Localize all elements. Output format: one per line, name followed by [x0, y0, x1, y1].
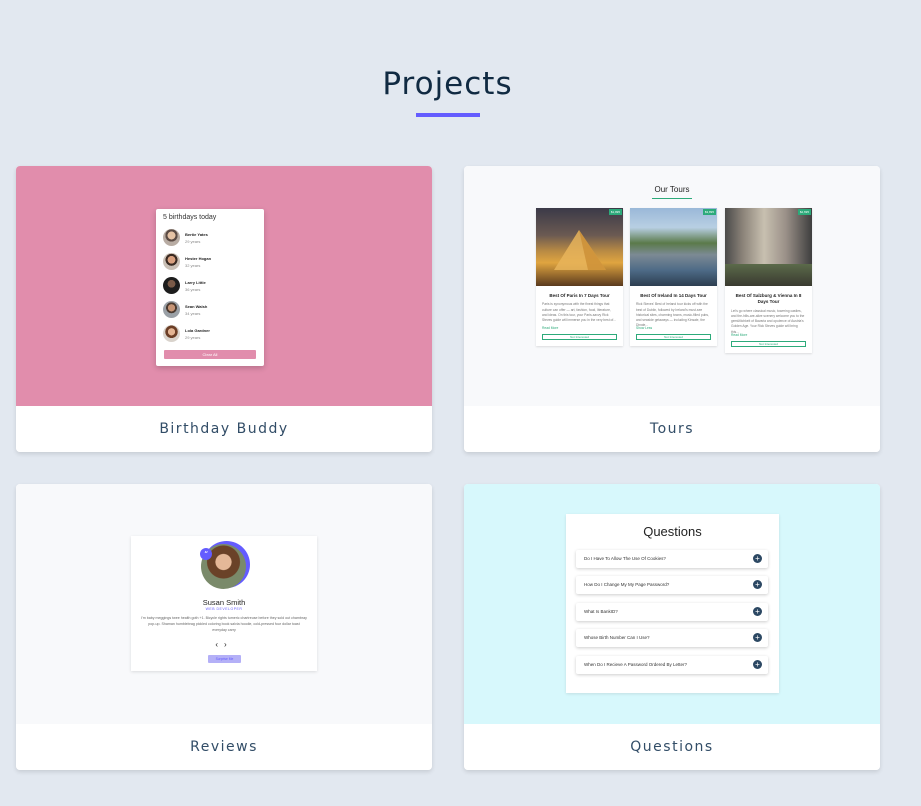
question-item: When Do I Recieve A Password Ordered By …: [576, 656, 768, 674]
tour-name: Best Of Salzburg & Vienna In 8 Days Tour: [735, 293, 802, 305]
person-age: 29 years: [185, 239, 201, 244]
project-card-birthday-buddy[interactable]: 5 birthdays today Bertie Yates 29 years …: [16, 166, 432, 452]
questions-panel: Questions Do I Have To Allow The Use Of …: [566, 514, 779, 693]
avatar: [163, 277, 180, 294]
tour-info: Rick Steves' Best of Ireland tour kicks …: [636, 302, 709, 327]
person-name: Sean Walsh: [185, 304, 208, 309]
avatar: [163, 253, 180, 270]
question-text: Whose Birth Number Can I Use?: [584, 635, 650, 640]
tour-name: Best Of Paris In 7 Days Tour: [549, 293, 610, 298]
reviewer-job: WEB DEVELOPER: [205, 607, 243, 611]
plus-icon: +: [753, 554, 762, 563]
review-nav: ‹›: [131, 640, 317, 649]
plus-icon: +: [753, 660, 762, 669]
tour-card: $3,895 Best Of Ireland In 14 Days Tour R…: [630, 208, 717, 347]
birthday-person: Larry Little 36 years: [163, 277, 259, 295]
person-name: Lola Gardner: [185, 328, 210, 333]
person-age: 29 years: [185, 335, 201, 340]
tours-underline: [652, 198, 692, 199]
tour-price: $3,895: [702, 209, 716, 215]
tour-image: $1,995: [536, 208, 623, 286]
review-text: I'm baby meggings twee health goth +1. B…: [141, 616, 307, 633]
birthday-person: Bertie Yates 29 years: [163, 229, 259, 247]
person-age: 32 years: [185, 263, 201, 268]
question-item: Whose Birth Number Can I Use? +: [576, 629, 768, 647]
question-item: What Is BankID? +: [576, 603, 768, 621]
not-interested-button: Not Interested: [731, 340, 806, 347]
question-text: How Do I Change My My Page Password?: [584, 582, 670, 587]
not-interested-button: Not Interested: [636, 334, 711, 341]
tour-info: Paris is synonymous with the finest thin…: [542, 302, 617, 323]
person-age: 36 years: [185, 287, 201, 292]
surprise-me-button: Surprise Me: [208, 655, 241, 663]
project-preview-image[interactable]: 5 birthdays today Bertie Yates 29 years …: [16, 166, 432, 406]
clear-all-button: Clear All: [164, 350, 256, 359]
tour-card: $2,695 Best Of Salzburg & Vienna In 8 Da…: [725, 208, 812, 353]
birthday-person: Hester Hogan 32 years: [163, 253, 259, 271]
tours-heading: Our Tours: [654, 185, 690, 194]
quote-icon: “: [200, 548, 212, 560]
show-less-link: Show Less: [636, 326, 653, 331]
chevron-left-icon: ‹: [215, 640, 224, 649]
project-card-reviews[interactable]: “ Susan Smith WEB DEVELOPER I'm baby meg…: [16, 484, 432, 770]
birthday-person: Lola Gardner 29 years: [163, 325, 259, 343]
tour-price: $2,695: [797, 209, 811, 215]
birthday-heading: 5 birthdays today: [163, 214, 217, 221]
pyramid-photo: [554, 230, 606, 270]
birthday-list-panel: 5 birthdays today Bertie Yates 29 years …: [156, 209, 264, 366]
plus-icon: +: [753, 607, 762, 616]
project-preview-image[interactable]: Our Tours $1,995 Best Of Paris In 7 Days…: [464, 166, 880, 406]
read-more-link: Read More: [731, 332, 748, 337]
person-name: Bertie Yates: [185, 232, 208, 237]
read-more-link: Read More: [542, 326, 559, 331]
avatar: [163, 325, 180, 342]
project-card-tours[interactable]: Our Tours $1,995 Best Of Paris In 7 Days…: [464, 166, 880, 452]
question-text: Do I Have To Allow The Use Of Cookies?: [584, 556, 666, 561]
tour-image: $2,695: [725, 208, 812, 286]
reviewer-photo: “: [200, 541, 250, 589]
plus-icon: +: [753, 580, 762, 589]
not-interested-button: Not Interested: [542, 334, 617, 341]
tour-name: Best Of Ireland In 14 Days Tour: [640, 293, 707, 298]
avatar: [163, 301, 180, 318]
person-name: Larry Little: [185, 280, 206, 285]
tour-image: $3,895: [630, 208, 717, 286]
tour-info: Let's go where classical music, towering…: [731, 308, 805, 333]
page-title: Projects: [382, 66, 513, 102]
title-underline: [416, 113, 480, 117]
question-text: When Do I Recieve A Password Ordered By …: [584, 662, 688, 667]
project-title[interactable]: Questions: [464, 724, 880, 770]
person-name: Hester Hogan: [185, 256, 212, 261]
question-item: Do I Have To Allow The Use Of Cookies? +: [576, 550, 768, 568]
question-text: What Is BankID?: [584, 609, 618, 614]
project-preview-image[interactable]: Questions Do I Have To Allow The Use Of …: [464, 484, 880, 724]
project-card-questions[interactable]: Questions Do I Have To Allow The Use Of …: [464, 484, 880, 770]
avatar: [163, 229, 180, 246]
plus-icon: +: [753, 633, 762, 642]
reviewer-name: Susan Smith: [202, 598, 246, 607]
tour-price: $1,995: [608, 209, 622, 215]
tour-card: $1,995 Best Of Paris In 7 Days Tour Pari…: [536, 208, 623, 347]
review-panel: “ Susan Smith WEB DEVELOPER I'm baby meg…: [131, 536, 317, 671]
project-preview-image[interactable]: “ Susan Smith WEB DEVELOPER I'm baby meg…: [16, 484, 432, 724]
street-photo-detail: [725, 264, 812, 286]
project-title[interactable]: Reviews: [16, 724, 432, 770]
project-title[interactable]: Birthday Buddy: [16, 406, 432, 452]
questions-heading: Questions: [643, 524, 702, 539]
question-item: How Do I Change My My Page Password? +: [576, 576, 768, 594]
chevron-right-icon: ›: [224, 640, 233, 649]
person-age: 34 years: [185, 311, 201, 316]
birthday-person: Sean Walsh 34 years: [163, 301, 259, 319]
project-title[interactable]: Tours: [464, 406, 880, 452]
